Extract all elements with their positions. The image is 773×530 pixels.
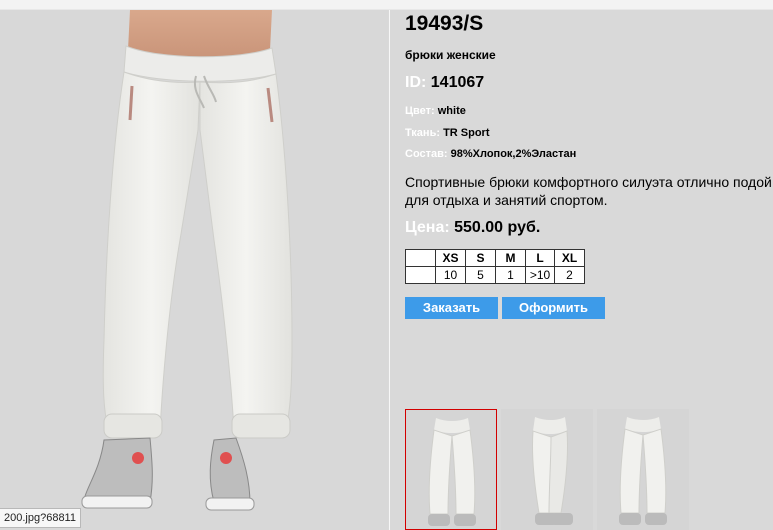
panel-divider — [389, 10, 390, 530]
stock-cell: >10 — [525, 266, 555, 284]
color-row: Цвет: white — [405, 105, 466, 117]
stock-cell: 5 — [465, 266, 496, 284]
size-stock-row: 10 5 1 >10 2 — [405, 266, 585, 284]
size-header-cell: M — [495, 249, 526, 267]
product-sku: 19493/S — [405, 12, 484, 35]
status-tooltip: 200.jpg?68811 — [0, 508, 81, 528]
fabric-label: Ткань: — [405, 127, 440, 139]
size-header-cell: XL — [554, 249, 585, 267]
composition-row: Состав: 98%Хлопок,2%Эластан — [405, 148, 576, 160]
fabric-row: Ткань: TR Sport — [405, 127, 490, 139]
stock-cell: 10 — [435, 266, 466, 284]
color-value: white — [437, 105, 466, 117]
fabric-value: TR Sport — [443, 127, 490, 139]
color-label: Цвет: — [405, 105, 435, 117]
size-header-cell: XS — [435, 249, 466, 267]
product-description: Спортивные брюки комфортного силуэта отл… — [405, 174, 772, 208]
size-header-cell — [405, 249, 436, 267]
id-value: 141067 — [430, 74, 485, 91]
thumbnail-back[interactable] — [597, 409, 689, 530]
price-row: Цена: 550.00 руб. — [405, 219, 540, 237]
size-stock-table: XS S M L XL 10 5 1 >10 2 — [405, 249, 585, 284]
size-header-row: XS S M L XL — [405, 249, 585, 267]
composition-label: Состав: — [405, 148, 448, 160]
checkout-button[interactable]: Оформить — [502, 297, 605, 319]
stock-cell: 2 — [554, 266, 585, 284]
price-label: Цена: — [405, 219, 450, 236]
top-strip — [0, 0, 773, 10]
stock-cell — [405, 266, 436, 284]
main-product-photo[interactable] — [0, 10, 388, 530]
composition-value: 98%Хлопок,2%Эластан — [450, 148, 577, 160]
id-label: ID: — [405, 74, 427, 91]
product-type: брюки женские — [405, 48, 496, 62]
order-button[interactable]: Заказать — [405, 297, 498, 319]
thumbnail-front[interactable] — [405, 409, 497, 530]
product-id: ID: 141067 — [405, 74, 484, 92]
stock-cell: 1 — [495, 266, 526, 284]
size-header-cell: L — [525, 249, 555, 267]
size-header-cell: S — [465, 249, 496, 267]
price-value: 550.00 руб. — [454, 219, 541, 236]
thumbnail-side[interactable] — [501, 409, 593, 530]
